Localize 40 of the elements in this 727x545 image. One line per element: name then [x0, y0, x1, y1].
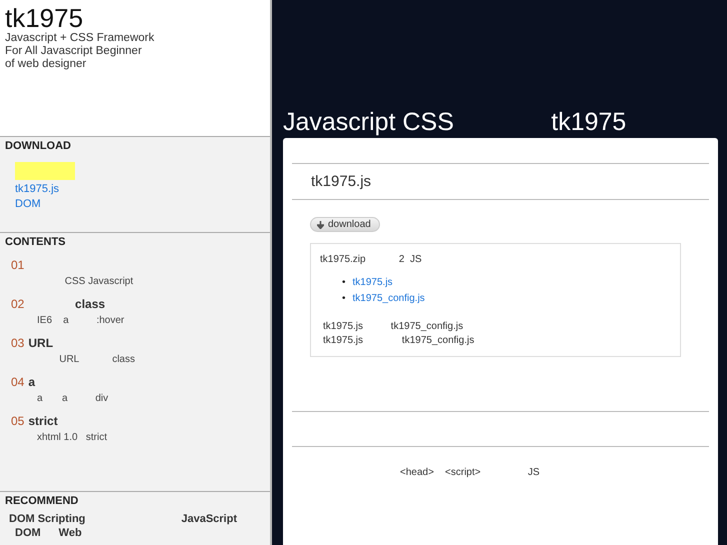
list-bullet: •	[342, 276, 346, 290]
down-arrow-icon	[317, 220, 324, 228]
item-number: 03	[11, 336, 24, 350]
file-link[interactable]: tk1975.js	[352, 274, 393, 290]
download-link[interactable]: tk1975.js	[15, 183, 265, 195]
file-link[interactable]: tk1975_config.js	[352, 290, 425, 306]
item-description: xhtml 1.0 strict	[37, 432, 108, 443]
book-title[interactable]: JavaScript	[181, 513, 237, 525]
site-title: tk1975	[5, 4, 84, 32]
site-tagline: For All Javascript Beginner	[5, 45, 143, 58]
book-note: Web	[58, 527, 82, 539]
page-heading: Javascript CSS tk1975	[283, 107, 628, 138]
footer-text: <head> <script> JS	[400, 466, 541, 478]
section-heading: RECOMMEND	[5, 495, 80, 507]
list-bullet: •	[342, 292, 346, 306]
item-description: CSS Javascript	[64, 276, 134, 287]
site-tagline: of web designer	[5, 58, 88, 71]
section-heading: CONTENTS	[5, 236, 66, 248]
item-number: 05	[11, 414, 24, 428]
box-text: tk1975.js tk1975_config.js	[323, 320, 464, 332]
item-number: 02	[11, 297, 24, 311]
item-description: a a div	[37, 393, 110, 404]
item-title[interactable]: URL	[28, 336, 54, 350]
item-title[interactable]: a	[28, 375, 36, 389]
site-tagline: Javascript + CSS Framework	[5, 32, 156, 45]
item-title[interactable]: class	[28, 297, 106, 311]
box-text: tk1975.js tk1975_config.js	[323, 334, 476, 346]
item-description: IE6 a :hover	[37, 315, 126, 326]
section-heading: DOWNLOAD	[5, 140, 72, 152]
download-button[interactable]: download	[310, 217, 380, 232]
book-note: DOM	[15, 527, 41, 539]
item-number: 01	[11, 258, 24, 272]
item-description: URL class	[58, 354, 136, 365]
article-title: tk1975.js	[310, 172, 372, 192]
book-title[interactable]: DOM Scripting	[9, 513, 86, 525]
highlight-bar	[15, 162, 75, 180]
item-title[interactable]: strict	[28, 414, 58, 428]
box-intro: tk1975.zip 2 JS	[320, 254, 423, 264]
item-number: 04	[11, 375, 24, 389]
download-link[interactable]: DOM	[15, 198, 265, 210]
